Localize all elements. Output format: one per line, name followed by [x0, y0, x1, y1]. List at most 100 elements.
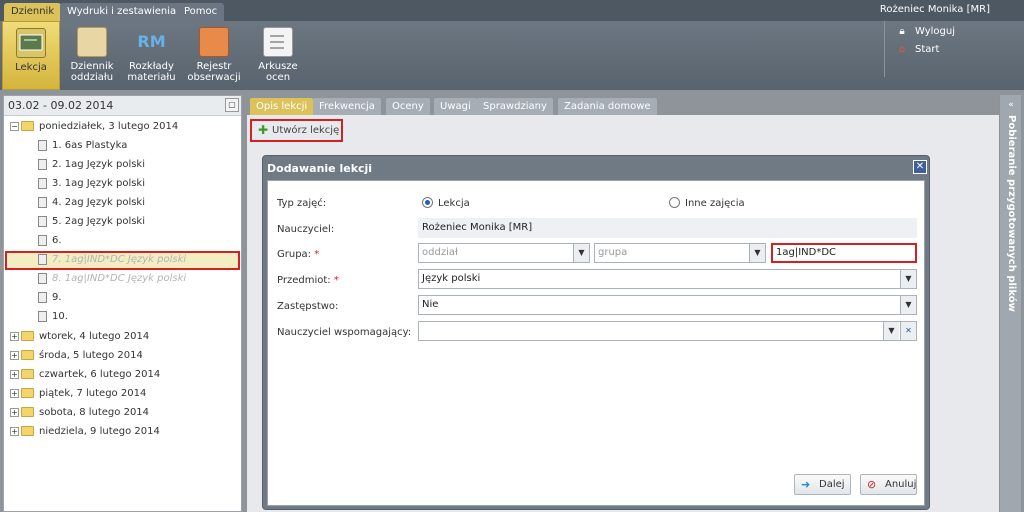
oddzial-placeholder: oddział [422, 247, 458, 258]
zastepstwo-value: Nie [422, 299, 439, 310]
tree-lesson-6[interactable]: 6. [4, 231, 243, 250]
menu-tab-dziennik[interactable]: Dziennik [4, 3, 62, 21]
grupa-label-text: Grupa: [277, 249, 312, 260]
cancel-button[interactable]: ⊘ Anuluj [860, 474, 917, 495]
folder-icon [21, 426, 34, 436]
lesson-tabs: Opis lekcji Frekwencja Oceny Uwagi Spraw… [247, 95, 999, 115]
dialog-title: Dodawanie lekcji [267, 162, 373, 175]
toolbar-label: Arkusze [258, 61, 298, 72]
toolbar-label: materiału [127, 72, 176, 83]
tree-day-monday[interactable]: − poniedziałek, 3 lutego 2014 [4, 117, 243, 136]
tab-zadania-domowe[interactable]: Zadania domowe [558, 98, 657, 115]
tab-sprawdziany[interactable]: Sprawdziany [477, 98, 553, 115]
chevron-down-icon[interactable]: ▼ [900, 270, 916, 288]
wspom-select[interactable]: ▼ ✕ [418, 321, 917, 341]
tree-lesson-4[interactable]: 4. 2ag Język polski [4, 193, 243, 212]
tree-lesson-5[interactable]: 5. 2ag Język polski [4, 212, 243, 231]
expand-icon[interactable]: + [10, 351, 19, 360]
toolbar-dziennik-button[interactable]: Dziennik oddziału [66, 21, 118, 90]
tree-lesson-1[interactable]: 1. 6as Plastyka [4, 136, 243, 155]
tree-label: poniedziałek, 3 lutego 2014 [39, 121, 179, 132]
side-collapse-panel[interactable]: « Pobieranie przygotowanych plików [999, 95, 1021, 512]
grupa-placeholder: grupa [598, 247, 628, 258]
zastepstwo-select[interactable]: Nie ▼ [418, 295, 917, 315]
nauczyciel-label: Nauczyciel: [277, 224, 335, 235]
rm-icon: RM [137, 32, 166, 51]
radio-inne[interactable] [669, 197, 680, 208]
folder-icon [21, 369, 34, 379]
tree-lesson-3[interactable]: 3. 1ag Język polski [4, 174, 243, 193]
cancel-label: Anuluj [885, 479, 917, 490]
collapse-icon[interactable]: − [10, 122, 19, 131]
calendar-button[interactable]: ▢ [225, 98, 239, 112]
folder-icon [21, 407, 34, 417]
tree-label: czwartek, 6 lutego 2014 [39, 369, 161, 380]
przedmiot-label: Przedmiot: * [277, 275, 339, 286]
tab-frekwencja[interactable]: Frekwencja [313, 98, 381, 115]
toolbar-arkusze-button[interactable]: Arkusze ocen [252, 21, 304, 90]
grupa-select[interactable]: grupa ▼ [594, 243, 766, 263]
chevron-down-icon[interactable]: ▼ [749, 244, 765, 262]
tab-oceny[interactable]: Oceny [386, 98, 430, 115]
dialog-body: Typ zajęć: Lekcja Inne zajęcia Nauczycie… [267, 180, 925, 506]
przedmiot-select[interactable]: Język polski ▼ [418, 269, 917, 289]
clear-icon[interactable]: ✕ [900, 322, 916, 340]
przedmiot-value: Język polski [422, 273, 481, 284]
tree-label: 2. 1ag Język polski [52, 159, 145, 170]
tree-label: wtorek, 4 lutego 2014 [39, 331, 150, 342]
toolbar-rejestr-button[interactable]: Rejestr obserwacji [186, 21, 242, 90]
document-icon [38, 235, 47, 246]
folder-icon [21, 121, 34, 131]
tree-day-7[interactable]: + niedziela, 9 lutego 2014 [4, 422, 243, 441]
start-link[interactable]: ⌂ Start [897, 44, 940, 55]
expand-icon[interactable]: + [10, 370, 19, 379]
tree-day-2[interactable]: + wtorek, 4 lutego 2014 [4, 327, 243, 346]
przedmiot-label-text: Przedmiot: [277, 275, 331, 286]
expand-icon[interactable]: + [10, 427, 19, 436]
create-lesson-button[interactable]: ✚ Utwórz lekcję [250, 119, 343, 142]
toolbar-lekcja-button[interactable]: Lekcja [2, 21, 60, 90]
toolbar: Lekcja Dziennik oddziału RM Rozkłady mat… [0, 21, 1024, 90]
expand-icon[interactable]: + [10, 389, 19, 398]
account-links: 🔒︎ Wyloguj ⌂ Start [884, 21, 1004, 77]
side-panel-title: Pobieranie przygotowanych plików [1006, 115, 1017, 312]
next-button[interactable]: ➜ Dalej [794, 474, 851, 495]
menu-bar: Dziennik Wydruki i zestawienia Pomoc Roż… [0, 0, 1024, 21]
typ-label: Typ zajęć: [277, 198, 327, 209]
tree-label: 10. [52, 311, 68, 322]
tree-day-5[interactable]: + piątek, 7 lutego 2014 [4, 384, 243, 403]
create-lesson-label: Utwórz lekcję [272, 125, 340, 136]
tree-lesson-10[interactable]: 10. [4, 307, 243, 326]
collapse-arrow-icon[interactable]: « [1005, 99, 1017, 111]
grupa-input[interactable]: 1ag|IND*DC [771, 243, 917, 263]
tree-lesson-7[interactable]: 7. 1ag|IND*DC Język polski [4, 250, 243, 269]
home-icon: ⌂ [898, 44, 906, 55]
menu-tab-wydruki[interactable]: Wydruki i zestawienia [60, 3, 184, 21]
tab-uwagi[interactable]: Uwagi [434, 98, 477, 115]
toolbar-rozklady-button[interactable]: RM Rozkłady materiału [124, 21, 179, 90]
logout-link[interactable]: 🔒︎ Wyloguj [897, 26, 955, 37]
expand-icon[interactable]: + [10, 332, 19, 341]
chevron-down-icon[interactable]: ▼ [883, 322, 899, 340]
tree-label: 1. 6as Plastyka [52, 140, 128, 151]
tree-lesson-8[interactable]: 8. 1ag|IND*DC Język polski [4, 269, 243, 288]
app-header: Dziennik Wydruki i zestawienia Pomoc Roż… [0, 0, 1024, 90]
tree-lesson-2[interactable]: 2. 1ag Język polski [4, 155, 243, 174]
chevron-down-icon[interactable]: ▼ [900, 296, 916, 314]
oddzial-select[interactable]: oddział ▼ [418, 243, 590, 263]
close-icon[interactable]: ✕ [913, 160, 927, 174]
required-mark: * [314, 249, 320, 260]
tree-lesson-9[interactable]: 9. [4, 288, 243, 307]
tree-day-6[interactable]: + sobota, 8 lutego 2014 [4, 403, 243, 422]
menu-tab-pomoc[interactable]: Pomoc [177, 3, 225, 21]
folder-icon [21, 331, 34, 341]
tab-opis-lekcji[interactable]: Opis lekcji [250, 98, 314, 115]
tree-day-3[interactable]: + środa, 5 lutego 2014 [4, 346, 243, 365]
document-icon [38, 311, 47, 322]
expand-icon[interactable]: + [10, 408, 19, 417]
date-range: 03.02 - 09.02 2014 [8, 99, 114, 112]
start-label: Start [915, 44, 940, 55]
radio-lekcja[interactable] [422, 197, 433, 208]
tree-day-4[interactable]: + czwartek, 6 lutego 2014 [4, 365, 243, 384]
chevron-down-icon[interactable]: ▼ [573, 244, 589, 262]
